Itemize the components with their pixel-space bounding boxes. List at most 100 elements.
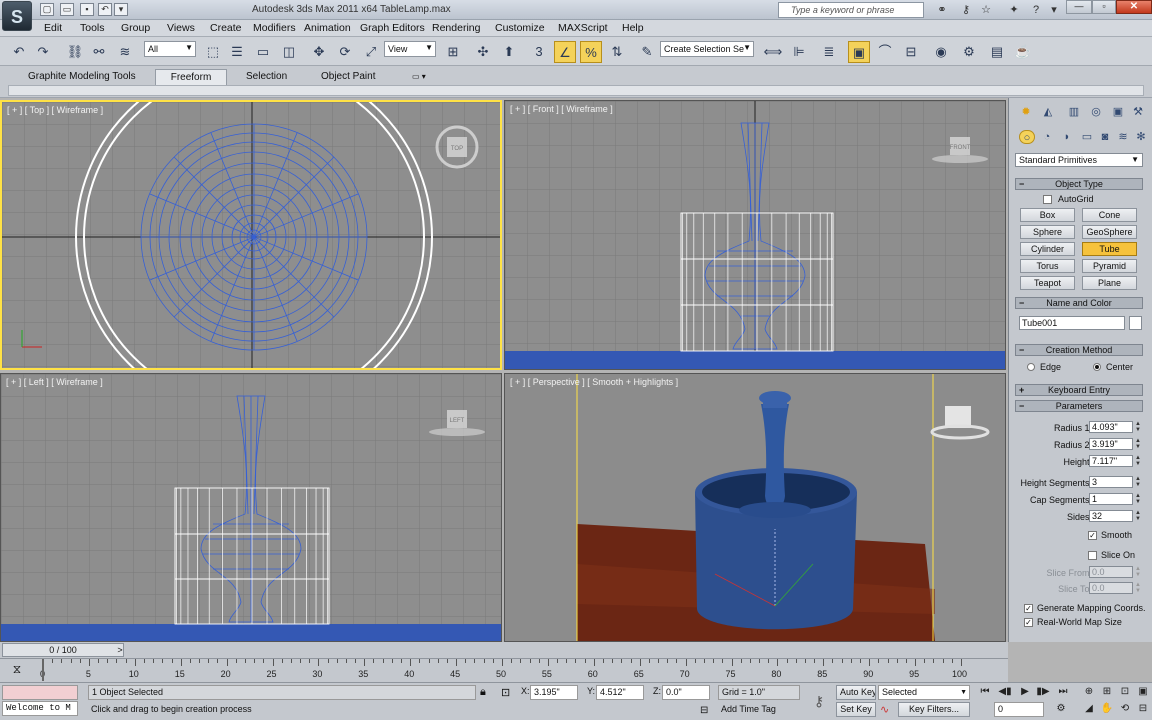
absolute-mode-icon[interactable]: ⊡ — [501, 686, 510, 699]
mirror-icon[interactable]: ⟺ — [762, 41, 784, 63]
select-and-scale-icon[interactable]: ⤢ — [360, 41, 382, 63]
goto-end-icon[interactable]: ⏭ — [1054, 685, 1072, 699]
utilities-tab-icon[interactable]: ⚒ — [1129, 104, 1147, 120]
systems-icon[interactable]: ✻ — [1133, 130, 1149, 144]
minimize-button[interactable]: — — [1066, 0, 1092, 14]
zoom-extents-all-icon[interactable]: ▣ — [1134, 685, 1152, 699]
viewport-perspective[interactable]: [ + ] [ Perspective ] [ Smooth + Highlig… — [504, 373, 1006, 642]
ribbon-tab-freeform[interactable]: Freeform — [155, 69, 227, 85]
previous-frame-icon[interactable]: ◀▮ — [996, 685, 1014, 699]
height-spinner[interactable]: 7.117" — [1089, 455, 1133, 467]
pan-view-icon[interactable]: ✋ — [1098, 702, 1116, 716]
spinner-snap-toggle-icon[interactable]: ⇅ — [606, 41, 628, 63]
ribbon-tab-object-paint[interactable]: Object Paint — [313, 69, 383, 85]
unlink-icon[interactable]: ⚯ — [88, 41, 110, 63]
slice-from-spinner[interactable]: 0.0 — [1089, 566, 1133, 578]
viewport-label-top[interactable]: [ + ] [ Top ] [ Wireframe ] — [7, 105, 103, 115]
curve-editor-icon[interactable]: ⌒ — [874, 41, 896, 63]
menu-customize[interactable]: Customize — [495, 22, 545, 34]
layer-manager-icon[interactable]: ≣ — [818, 41, 840, 63]
generate-mapping-checkbox[interactable]: ✓ — [1024, 604, 1033, 613]
menu-maxscript[interactable]: MAXScript — [558, 22, 608, 34]
spinner-arrows-icon[interactable]: ▲ ▼ — [1134, 455, 1142, 467]
modify-tab-icon[interactable]: ◭ — [1039, 104, 1057, 120]
cap-segments-spinner[interactable]: 1 — [1089, 493, 1133, 505]
schematic-view-icon[interactable]: ⊟ — [900, 41, 922, 63]
lights-icon[interactable]: ◗ — [1059, 130, 1075, 144]
play-icon[interactable]: ▶ — [1016, 685, 1034, 699]
viewport-label-perspective[interactable]: [ + ] [ Perspective ] [ Smooth + Highlig… — [510, 377, 678, 387]
menu-create[interactable]: Create — [210, 22, 242, 34]
cone-button[interactable]: Cone — [1082, 208, 1137, 222]
select-and-manipulate-icon[interactable]: ✣ — [472, 41, 494, 63]
menu-modifiers[interactable]: Modifiers — [253, 22, 296, 34]
rendered-frame-window-icon[interactable]: ▤ — [986, 41, 1008, 63]
box-button[interactable]: Box — [1020, 208, 1075, 222]
percent-snap-toggle-icon[interactable]: % — [580, 41, 602, 63]
x-coordinate-input[interactable]: 3.195" — [530, 685, 578, 700]
key-icon[interactable]: ⚷ — [958, 2, 974, 18]
undo-icon[interactable]: ↶ — [98, 3, 112, 16]
search-input[interactable]: Type a keyword or phrase — [778, 2, 924, 18]
zoom-extents-icon[interactable]: ⊡ — [1116, 685, 1134, 699]
time-slider-thumb[interactable]: 0 / 100 — [2, 643, 124, 657]
select-and-move-icon[interactable]: ✥ — [308, 41, 330, 63]
add-time-tag[interactable]: Add Time Tag — [718, 703, 800, 718]
undo-icon[interactable]: ↶ — [8, 41, 30, 63]
viewport-label-left[interactable]: [ + ] [ Left ] [ Wireframe ] — [6, 377, 103, 387]
current-frame-input[interactable]: 0 — [994, 702, 1044, 717]
viewport-label-front[interactable]: [ + ] [ Front ] [ Wireframe ] — [510, 104, 613, 114]
spinner-arrows-icon[interactable]: ▲ ▼ — [1134, 510, 1142, 522]
select-by-name-icon[interactable]: ☰ — [226, 41, 248, 63]
height-segments-spinner[interactable]: 3 — [1089, 476, 1133, 488]
menu-edit[interactable]: Edit — [44, 22, 62, 34]
primitive-category-dropdown[interactable]: Standard Primitives ▼ — [1015, 153, 1143, 167]
keyboard-shortcut-override-icon[interactable]: ⬆ — [498, 41, 520, 63]
next-frame-icon[interactable]: > — [114, 643, 126, 657]
app-logo-icon[interactable]: S — [2, 1, 32, 31]
viewport-front[interactable]: [ + ] [ Front ] [ Wireframe ] FRONT — [504, 100, 1006, 370]
object-name-input[interactable]: Tube001 — [1019, 316, 1125, 330]
motion-tab-icon[interactable]: ◎ — [1087, 104, 1105, 120]
named-selection-dropdown[interactable]: Create Selection Se ▼ — [660, 41, 754, 57]
helpers-icon[interactable]: ◙ — [1097, 130, 1113, 144]
selection-filter-dropdown[interactable]: All ▼ — [144, 41, 196, 57]
viewcube-front[interactable]: FRONT — [950, 145, 971, 151]
render-production-icon[interactable]: ☕ — [1012, 41, 1034, 63]
cameras-icon[interactable]: ▭ — [1079, 130, 1095, 144]
display-tab-icon[interactable]: ▣ — [1109, 104, 1127, 120]
redo-icon[interactable]: ↷ — [32, 41, 54, 63]
slice-to-spinner[interactable]: 0.0 — [1089, 582, 1133, 594]
viewport-left[interactable]: [ + ] [ Left ] [ Wireframe ] LEFT — [0, 373, 502, 642]
bind-to-space-warp-icon[interactable]: ≋ — [114, 41, 136, 63]
ribbon-tab-graphite[interactable]: Graphite Modeling Tools — [20, 69, 144, 85]
maxscript-listener-pink[interactable] — [2, 685, 78, 700]
viewport-top[interactable]: [ + ] [ Top ] [ Wireframe ] TOP — [0, 100, 502, 370]
rollout-keyboard-entry[interactable]: + Keyboard Entry — [1015, 384, 1143, 396]
ribbon-tab-selection[interactable]: Selection — [238, 69, 295, 85]
select-and-link-icon[interactable]: ⛓ — [64, 41, 86, 63]
rectangular-selection-icon[interactable]: ▭ — [252, 41, 274, 63]
graphite-modeling-tools-icon[interactable]: ▣ — [848, 41, 870, 63]
spinner-arrows-icon[interactable]: ▲ ▼ — [1134, 493, 1142, 505]
maxscript-listener-input[interactable]: Welcome to M — [2, 701, 78, 716]
render-setup-icon[interactable]: ⚙ — [958, 41, 980, 63]
edit-named-selection-icon[interactable]: ✎ — [636, 41, 658, 63]
geosphere-button[interactable]: GeoSphere — [1082, 225, 1137, 239]
set-keys-icon[interactable]: ∿ — [880, 703, 889, 716]
lock-icon[interactable]: 🔒︎ — [480, 686, 486, 699]
save-file-icon[interactable]: ▪ — [80, 3, 94, 16]
ribbon-options-icon[interactable]: ▭ ▾ — [404, 69, 434, 85]
create-tab-icon[interactable]: ✹ — [1017, 104, 1035, 120]
star-icon[interactable]: ☆ — [978, 2, 994, 18]
select-and-rotate-icon[interactable]: ⟳ — [334, 41, 356, 63]
spinner-arrows-icon[interactable]: ▲ ▼ — [1134, 476, 1142, 488]
reference-coordinate-dropdown[interactable]: View ▼ — [384, 41, 436, 57]
align-icon[interactable]: ⊫ — [788, 41, 810, 63]
spinner-arrows-icon[interactable]: ▲ ▼ — [1134, 566, 1142, 578]
real-world-map-checkbox[interactable]: ✓ — [1024, 618, 1033, 627]
auto-key-button[interactable]: Auto Key — [836, 685, 876, 700]
time-slider[interactable]: < 0 / 100 > — [0, 642, 1008, 658]
autogrid-checkbox[interactable] — [1043, 195, 1052, 204]
time-config-icon[interactable]: ⚙ — [1052, 702, 1070, 716]
